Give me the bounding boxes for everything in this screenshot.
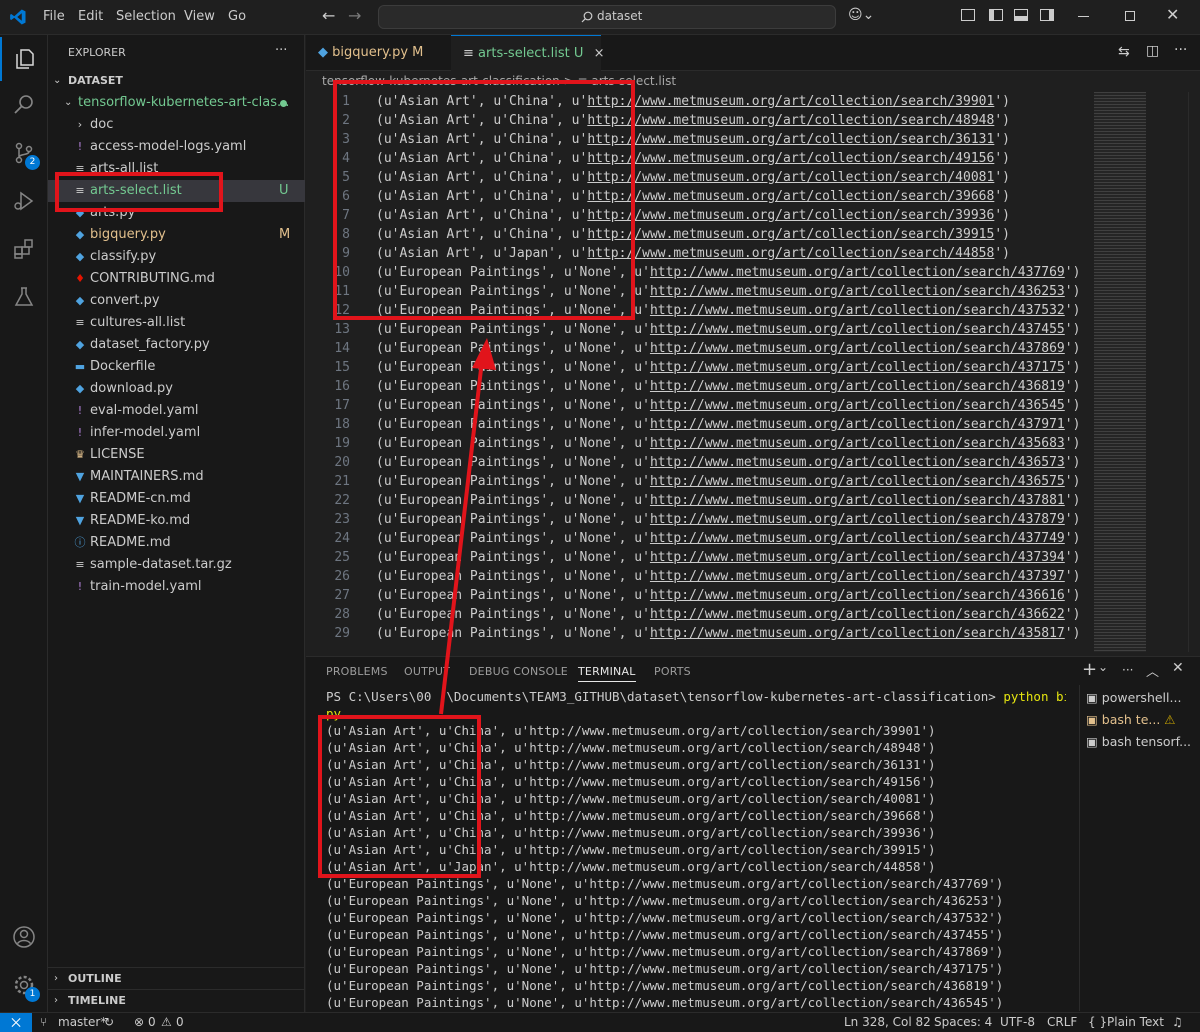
annotation-arrow — [439, 338, 496, 715]
